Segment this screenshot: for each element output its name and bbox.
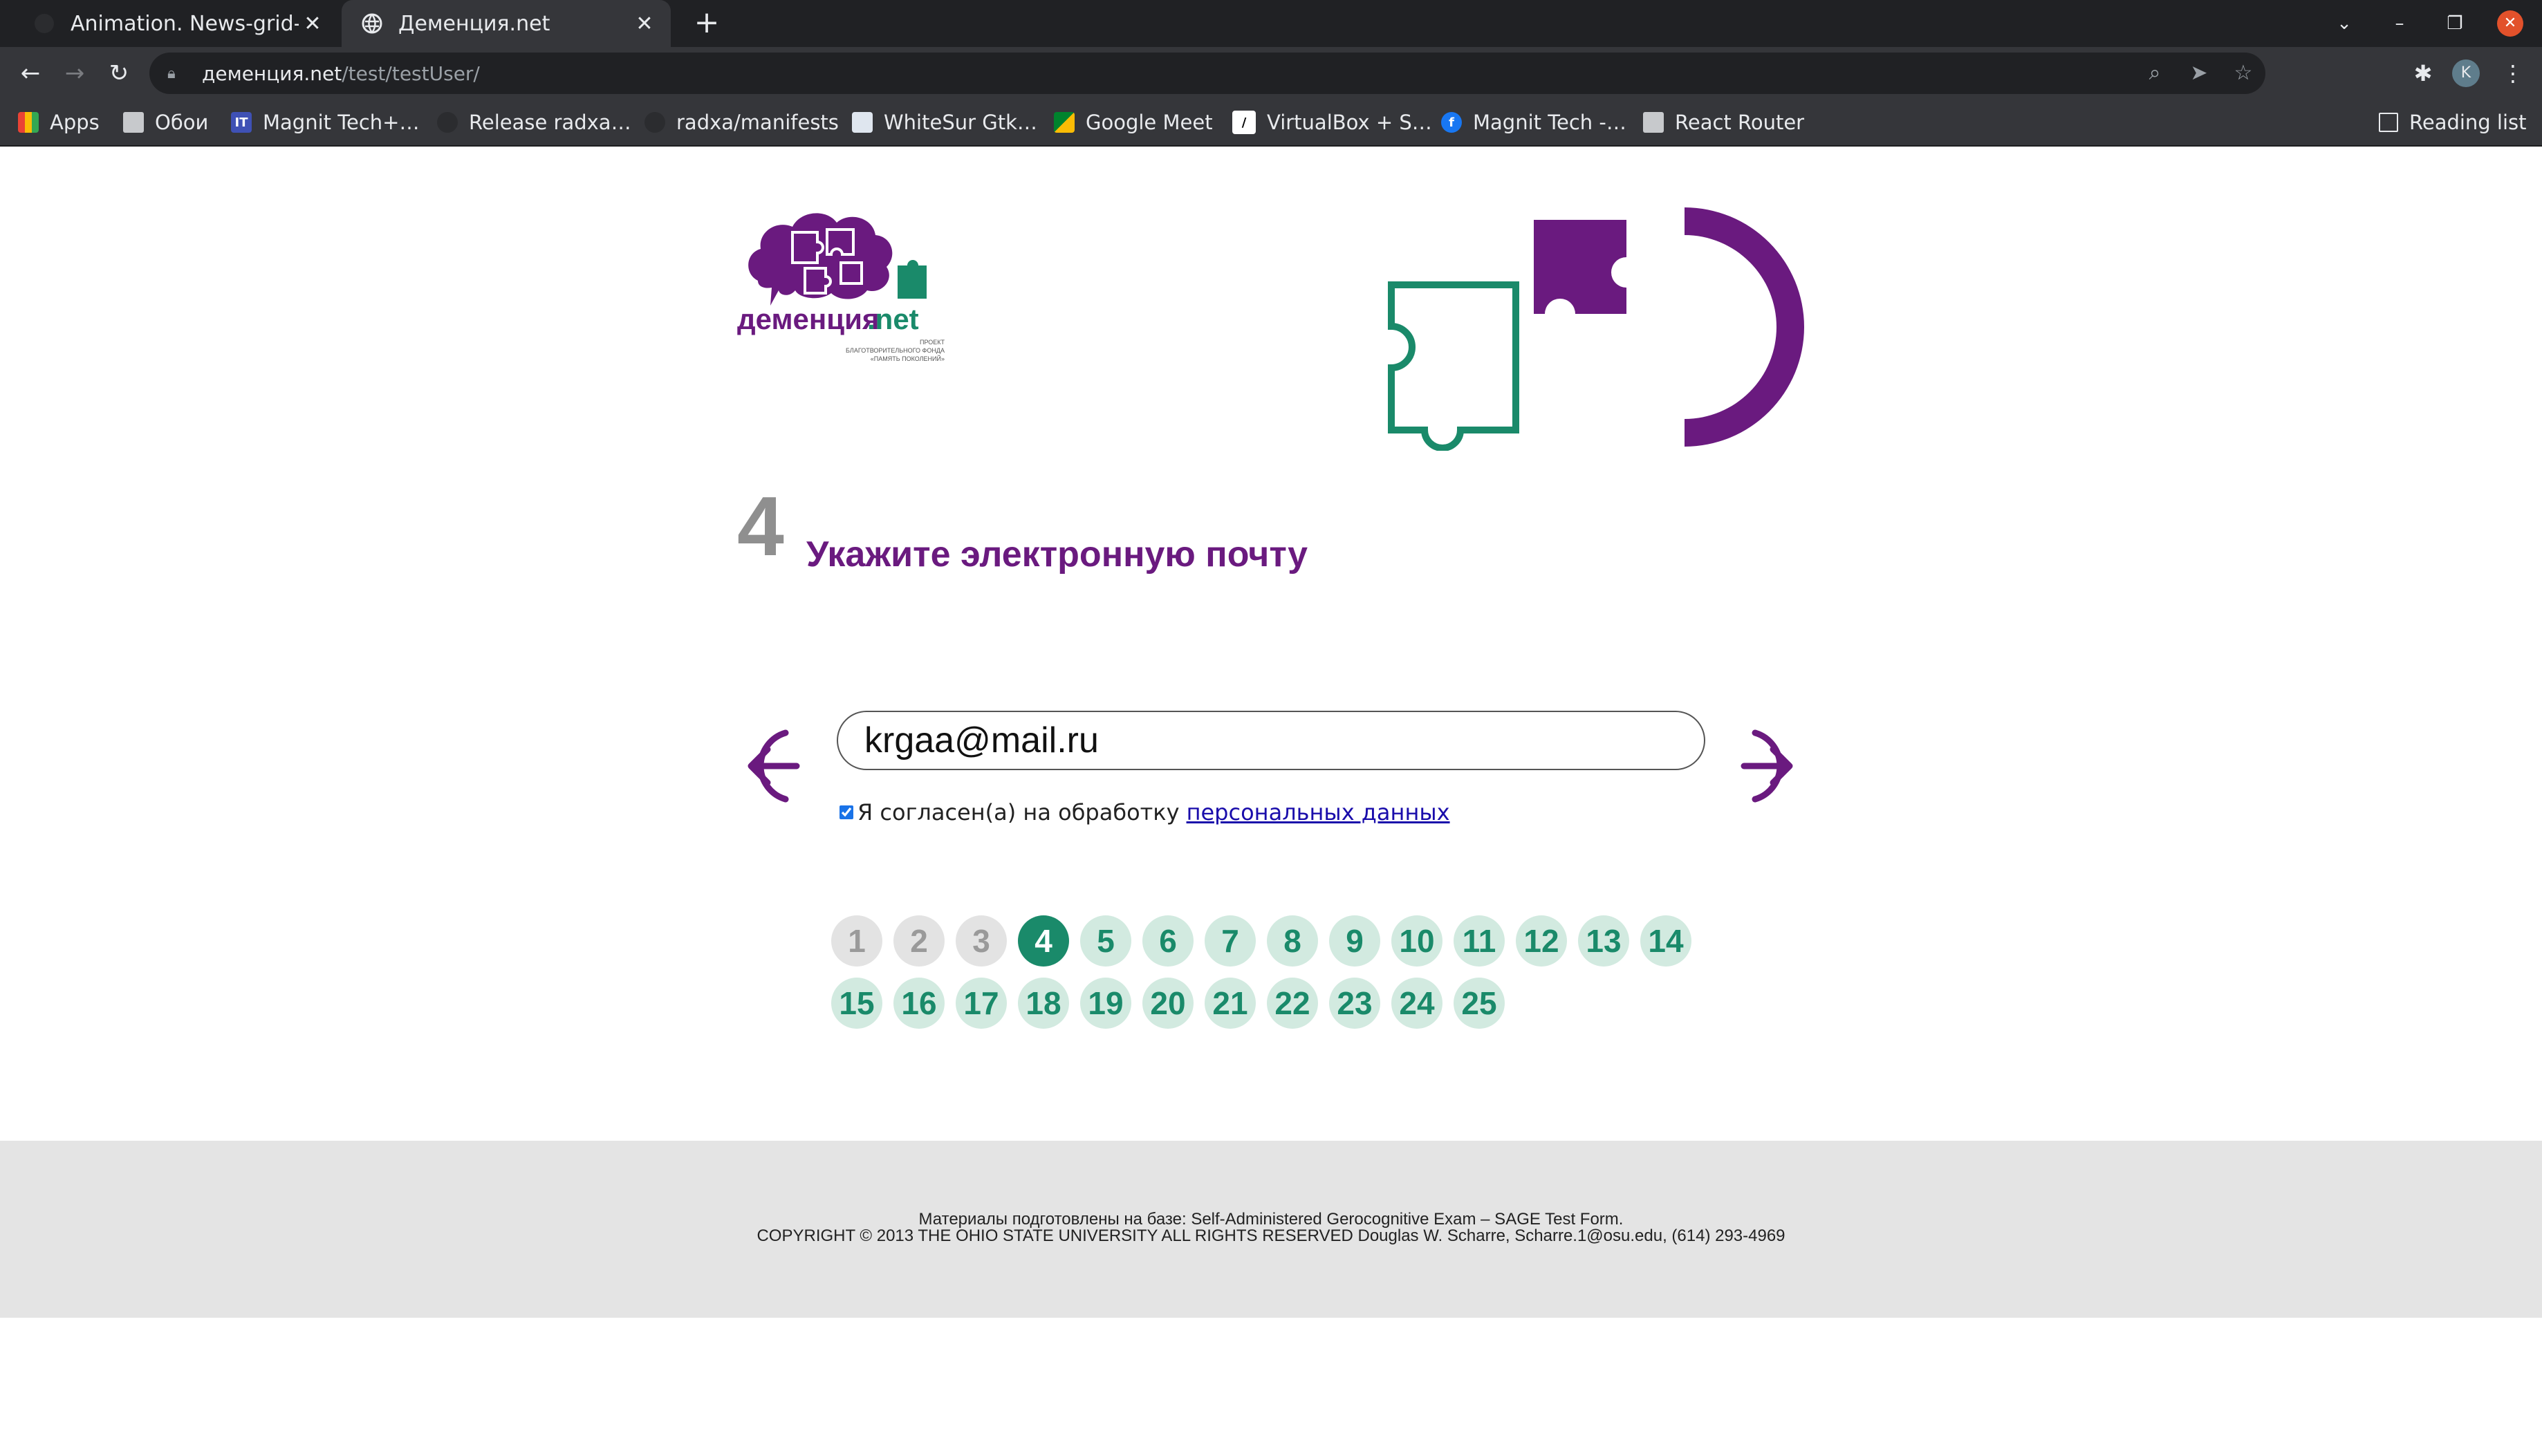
logo-brand-suffix: .net [867,303,919,335]
page-bubble-20[interactable]: 20 [1142,978,1194,1029]
question-number: 4 [737,479,784,573]
tab-search-icon[interactable]: ⌄ [2323,0,2365,47]
page-bubble-25[interactable]: 25 [1454,978,1505,1029]
page-bubble-7[interactable]: 7 [1205,915,1256,967]
tab-title: Деменция.net [398,11,550,36]
page-bubble-14[interactable]: 14 [1640,915,1691,967]
arrow-right-icon [1741,729,1793,803]
bookmark-release-radxa[interactable]: Release radxa… [437,100,631,145]
bookmark-star-icon[interactable]: ☆ [2227,57,2260,90]
page-bubble-21[interactable]: 21 [1205,978,1256,1029]
minimize-button[interactable]: – [2379,0,2420,47]
reading-list-icon [2379,113,2398,132]
page-bubble-17[interactable]: 17 [956,978,1007,1029]
page-bubble-8[interactable]: 8 [1267,915,1318,967]
logo-tagline-3: «ПАМЯТЬ ПОКОЛЕНИЙ» [871,355,945,362]
site-icon: / [1232,111,1256,134]
globe-icon [362,13,382,34]
email-field[interactable] [837,711,1705,770]
apps-grid-icon [18,112,39,133]
page-bubble-4[interactable]: 4 [1018,915,1069,967]
close-tab-icon[interactable]: ✕ [631,12,658,36]
url-path: /test/testUser/ [342,62,480,85]
site-icon [852,112,873,133]
logo-brand: деменция [737,303,879,335]
menu-icon[interactable]: ⋮ [2496,57,2530,90]
meet-icon [1054,112,1075,133]
github-icon [35,14,54,33]
prev-question-button[interactable] [737,727,804,805]
it-icon: IT [231,112,252,133]
page-bubble-22[interactable]: 22 [1267,978,1318,1029]
page-bubble-23[interactable]: 23 [1329,978,1380,1029]
back-button[interactable]: ← [14,57,47,90]
url-host: деменция.net [202,62,342,85]
consent-label: Я согласен(а) на обработку [857,799,1180,825]
tab-title: Animation. News-grid-pag [71,11,299,36]
address-bar-row: ← → ↻ 🔒︎ деменция.net/test/testUser/ ⌕ ➤… [0,47,2542,100]
bookmark-apps[interactable]: Apps [18,100,100,145]
send-icon[interactable]: ➤ [2182,57,2216,90]
page-bubble-19[interactable]: 19 [1080,978,1131,1029]
next-question-button[interactable] [1737,727,1803,805]
page-bubble-5[interactable]: 5 [1080,915,1131,967]
tab-animation[interactable]: Animation. News-grid-pag ✕ [14,0,339,47]
github-icon [644,112,665,133]
lock-icon[interactable]: 🔒︎ [167,65,188,82]
folder-icon [1643,112,1664,133]
page-bubble-10[interactable]: 10 [1391,915,1442,967]
consent-row: Я согласен(а) на обработку персональных … [839,799,1450,825]
page-bubble-2[interactable]: 2 [893,915,945,967]
close-tab-icon[interactable]: ✕ [299,12,326,36]
page-bubble-16[interactable]: 16 [893,978,945,1029]
question-title: Укажите электронную почту [806,534,1308,575]
logo-tagline-1: ПРОЕКТ [920,339,945,346]
logo-image: деменция .net ПРОЕКТ БЛАГОТВОРИТЕЛЬНОГО … [737,213,945,362]
bookmarks-bar: Apps Обои IT Magnit Tech+… Release radxa… [0,100,2542,147]
bookmark-radxa-manifests[interactable]: radxa/manifests [644,100,839,145]
bookmark-react-router[interactable]: React Router [1643,100,1804,145]
address-bar[interactable]: 🔒︎ деменция.net/test/testUser/ ⌕ ➤ ☆ [149,53,2265,94]
bookmark-whitesur[interactable]: WhiteSur Gtk… [852,100,1037,145]
close-window-button[interactable]: ✕ [2489,0,2531,47]
arrow-left-icon [748,729,800,803]
reading-list-button[interactable]: Reading list [2379,100,2527,145]
tab-bar: Animation. News-grid-pag ✕ Деменция.net … [0,0,2542,47]
github-icon [437,112,458,133]
consent-checkbox[interactable] [839,805,853,819]
page-bubble-11[interactable]: 11 [1454,915,1505,967]
page-bubble-3[interactable]: 3 [956,915,1007,967]
avatar[interactable]: K [2452,59,2480,87]
bookmark-oboi[interactable]: Обои [123,100,208,145]
page-bubble-15[interactable]: 15 [831,978,882,1029]
bookmark-virtualbox[interactable]: / VirtualBox + S… [1232,100,1432,145]
folder-icon [123,112,144,133]
new-tab-button[interactable]: + [689,6,725,41]
decorative-puzzle-graphic [1383,205,1812,451]
forward-button[interactable]: → [58,57,91,90]
restore-button[interactable]: ❐ [2434,0,2476,47]
facebook-icon: f [1441,112,1462,133]
page-bubble-12[interactable]: 12 [1516,915,1567,967]
site-logo[interactable]: деменция .net ПРОЕКТ БЛАГОТВОРИТЕЛЬНОГО … [737,205,954,366]
page-bubble-13[interactable]: 13 [1578,915,1629,967]
logo-tagline-2: БЛАГОТВОРИТЕЛЬНОГО ФОНДА [846,347,945,354]
bookmark-google-meet[interactable]: Google Meet [1054,100,1213,145]
tab-dementia[interactable]: Деменция.net ✕ [342,0,671,47]
footer-copyright: COPYRIGHT © 2013 THE OHIO STATE UNIVERSI… [757,1226,1785,1245]
page-bubble-9[interactable]: 9 [1329,915,1380,967]
bookmark-magnit-tech[interactable]: IT Magnit Tech+… [231,100,419,145]
bookmark-magnit-tech-fb[interactable]: f Magnit Tech -… [1441,100,1626,145]
page-bubble-1[interactable]: 1 [831,915,882,967]
personal-data-link[interactable]: персональных данных [1187,799,1450,825]
reload-button[interactable]: ↻ [102,57,136,90]
footer: Материалы подготовлены на базе: Self-Adm… [0,1141,2542,1318]
page-bubble-24[interactable]: 24 [1391,978,1442,1029]
page-bubble-18[interactable]: 18 [1018,978,1069,1029]
extensions-icon[interactable]: ✱ [2406,57,2440,90]
zoom-icon[interactable]: ⌕ [2138,57,2171,90]
page-bubble-6[interactable]: 6 [1142,915,1194,967]
